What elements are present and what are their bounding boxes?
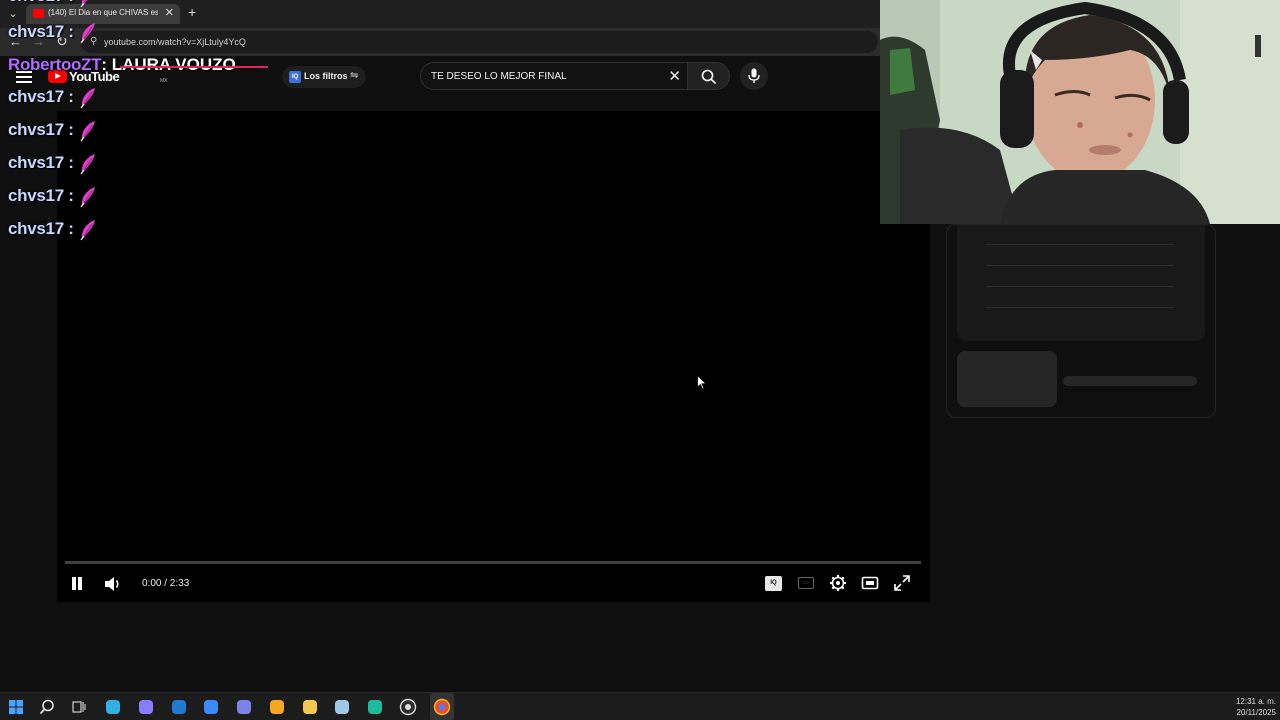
- gear-icon: [830, 575, 846, 591]
- skeleton-thumbnail: [957, 351, 1057, 407]
- subtitles-button[interactable]: ▭: [798, 577, 814, 589]
- chat-message: chvs17 :: [8, 153, 98, 179]
- pink-feather-emote: [80, 23, 95, 44]
- task-view-icon[interactable]: [70, 698, 88, 716]
- mouse-cursor-icon: [697, 375, 707, 390]
- pause-button[interactable]: [71, 577, 83, 590]
- pink-feather-emote: [80, 121, 95, 142]
- search-input[interactable]: [431, 71, 651, 82]
- skeleton-line: [987, 286, 1173, 287]
- brave-icon[interactable]: [268, 698, 286, 716]
- pink-feather-emote: [80, 88, 95, 109]
- search-icon: [701, 69, 717, 85]
- time-display: 0:00 / 2:33: [142, 578, 190, 589]
- chat-message: chvs17 :: [8, 120, 98, 146]
- highlight-underline: [120, 66, 268, 68]
- theater-mode-icon: [861, 576, 879, 590]
- search-button[interactable]: [688, 62, 730, 90]
- settings-button[interactable]: [829, 574, 849, 592]
- chat-username: chvs17 :: [8, 0, 74, 5]
- chat-message: chvs17 :: [8, 87, 98, 113]
- edge-icon[interactable]: [104, 698, 122, 716]
- chat-message: chvs17 :: [8, 22, 98, 48]
- pink-feather-emote: [80, 0, 88, 8]
- app-icon[interactable]: [366, 698, 384, 716]
- chat-username: chvs17 :: [8, 186, 74, 206]
- windows-taskbar: 12:31 a. m. 20/11/2025: [0, 692, 1280, 720]
- windows-start-icon[interactable]: [7, 698, 25, 716]
- skeleton-block: [957, 225, 1205, 341]
- clear-search-icon[interactable]: ✕: [668, 67, 681, 85]
- chat-username: chvs17 :: [8, 153, 74, 173]
- stream-chat-overlay: chvs17 : chvs17 : RobertooZT: LAURA VOUZO c…: [0, 0, 400, 242]
- chat-username: chvs17 :: [8, 120, 74, 140]
- webcam-image: [880, 0, 1280, 224]
- file-explorer-icon[interactable]: [301, 698, 319, 716]
- teams-icon[interactable]: [235, 698, 253, 716]
- theater-mode-button[interactable]: [861, 574, 881, 592]
- taskbar-clock[interactable]: 12:31 a. m. 20/11/2025: [1236, 696, 1276, 718]
- chat-username: RobertooZT: [8, 55, 102, 74]
- chat-username: chvs17 :: [8, 87, 74, 107]
- chat-message-text: : LAURA VOUZO: [101, 55, 236, 74]
- fullscreen-button[interactable]: [893, 574, 913, 592]
- clock-date: 20/11/2025: [1236, 708, 1276, 717]
- iq-extension-button[interactable]: IQ: [765, 576, 782, 591]
- skeleton-text-bar: [1063, 376, 1197, 386]
- fullscreen-icon: [894, 575, 910, 591]
- clock-time: 12:31 a. m.: [1235, 697, 1276, 706]
- search-icon[interactable]: [38, 698, 56, 716]
- pink-feather-emote: [80, 154, 95, 175]
- pink-feather-emote: [80, 187, 95, 208]
- sidebar-skeleton-card: [946, 224, 1216, 418]
- obs-icon[interactable]: [399, 698, 417, 716]
- screen: { "browser": { "tab_title": "(140) El Di…: [0, 0, 1280, 720]
- notepad-icon[interactable]: [333, 698, 351, 716]
- voice-search-button[interactable]: [740, 62, 768, 90]
- copilot-icon[interactable]: [137, 698, 155, 716]
- chat-username: chvs17 :: [8, 219, 74, 239]
- chat-message: chvs17 :: [8, 0, 98, 12]
- streamer-webcam: [880, 0, 1280, 224]
- chat-message: RobertooZT: LAURA VOUZO: [8, 55, 236, 81]
- volume-button[interactable]: [103, 575, 123, 593]
- chat-message: chvs17 :: [8, 219, 98, 245]
- outlook-icon[interactable]: [170, 698, 188, 716]
- chrome-icon[interactable]: [433, 698, 451, 716]
- progress-bar[interactable]: [65, 561, 921, 564]
- skeleton-line: [987, 265, 1173, 266]
- chat-username: chvs17 :: [8, 22, 74, 42]
- chat-message: chvs17 :: [8, 186, 98, 212]
- pink-feather-emote: [80, 220, 95, 241]
- volume-icon: [105, 577, 119, 591]
- microphone-icon: [748, 68, 760, 83]
- search-box: ✕: [420, 62, 688, 90]
- skeleton-line: [987, 244, 1173, 245]
- skeleton-line: [987, 307, 1173, 308]
- store-icon[interactable]: [202, 698, 220, 716]
